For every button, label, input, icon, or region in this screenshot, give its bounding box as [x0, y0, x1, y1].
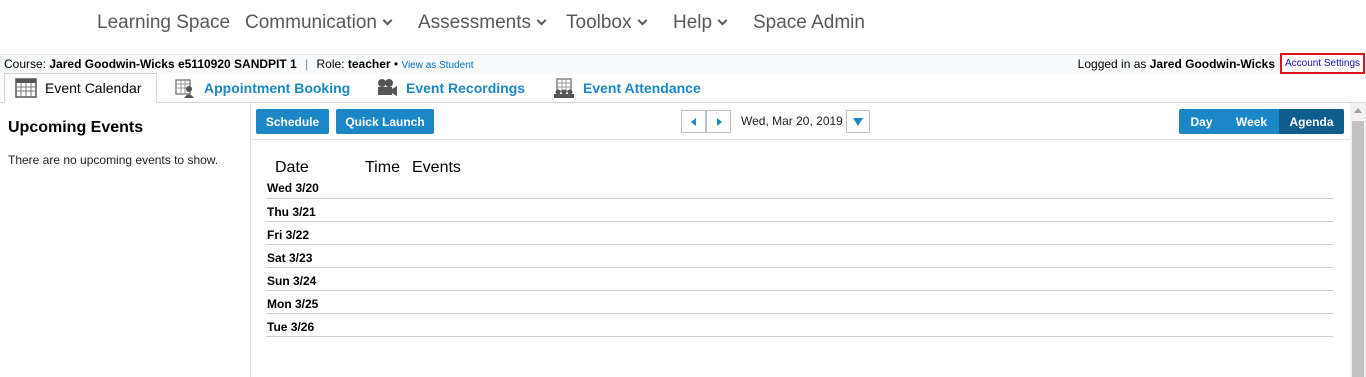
chevron-down-icon: [382, 15, 393, 26]
appointment-icon: [174, 78, 196, 98]
schedule-button[interactable]: Schedule: [256, 109, 329, 134]
current-date: Wed, Mar 20, 2019: [741, 114, 843, 128]
arrow-left-icon: [690, 117, 696, 126]
upcoming-events-panel: Upcoming Events There are no upcoming ev…: [0, 103, 251, 377]
view-agenda-button[interactable]: Agenda: [1279, 109, 1344, 134]
nav-assessments[interactable]: Assessments: [418, 12, 547, 34]
row-date: Tue 3/26: [267, 320, 315, 334]
quick-launch-button[interactable]: Quick Launch: [336, 109, 434, 134]
table-row: Mon 3/25: [266, 291, 1333, 314]
nav-label: Communication: [245, 12, 377, 33]
tab-appointment-booking[interactable]: Appointment Booking: [174, 73, 350, 103]
tool-tabs: Event Calendar Appointment Booking Event…: [0, 73, 1366, 103]
view-day-button[interactable]: Day: [1179, 109, 1224, 134]
row-date: Fri 3/22: [267, 228, 310, 242]
calendar-icon: [15, 78, 37, 98]
account-settings-link[interactable]: Account Settings: [1280, 53, 1365, 74]
tab-label: Appointment Booking: [204, 80, 351, 96]
logged-in-info: Logged in as Jared Goodwin-Wicks: [1078, 57, 1275, 71]
column-header-events: Events: [412, 159, 461, 176]
nav-label: Toolbox: [566, 12, 632, 33]
role-value: teacher: [347, 57, 391, 71]
view-week-button[interactable]: Week: [1224, 109, 1279, 134]
table-row: Wed 3/20: [266, 176, 1333, 199]
tab-event-recordings[interactable]: Event Recordings: [376, 73, 525, 103]
table-row: Sat 3/23: [266, 245, 1333, 268]
scroll-up-icon[interactable]: [1354, 108, 1362, 113]
bullet: •: [393, 57, 399, 71]
tab-label: Event Recordings: [406, 80, 526, 96]
top-navigation: Learning Space Communication Assessments…: [0, 0, 1366, 47]
nav-learning-space[interactable]: Learning Space: [97, 12, 230, 34]
user-name: Jared Goodwin-Wicks: [1149, 57, 1275, 71]
calendar-toolbar: Schedule Quick Launch Wed, Mar 20, 2019 …: [251, 103, 1350, 140]
chevron-down-icon: [717, 15, 728, 26]
empty-message: There are no upcoming events to show.: [8, 153, 219, 167]
role-prefix: Role:: [316, 57, 345, 71]
tab-event-calendar[interactable]: Event Calendar: [4, 73, 157, 103]
table-row: Fri 3/22: [266, 222, 1333, 245]
nav-help[interactable]: Help: [673, 12, 728, 34]
nav-label: Assessments: [418, 12, 531, 33]
nav-label: Help: [673, 12, 713, 33]
table-row: Thu 3/21: [266, 199, 1333, 222]
scrollbar-thumb[interactable]: [1352, 121, 1364, 377]
nav-communication[interactable]: Communication: [245, 12, 393, 34]
table-row: Sun 3/24: [266, 268, 1333, 291]
column-header-date: Date: [275, 159, 309, 176]
course-prefix: Course:: [4, 57, 47, 71]
panel-title: Upcoming Events: [8, 119, 144, 136]
vertical-scrollbar[interactable]: [1350, 103, 1366, 377]
tab-label: Event Attendance: [583, 80, 701, 96]
date-picker-button[interactable]: [846, 110, 870, 133]
row-date: Sun 3/24: [267, 274, 317, 288]
nav-toolbox[interactable]: Toolbox: [566, 12, 647, 34]
next-button[interactable]: [706, 110, 731, 133]
logged-in-prefix: Logged in as: [1077, 57, 1147, 71]
tab-label: Event Calendar: [45, 80, 142, 96]
chevron-down-icon: [853, 117, 863, 126]
nav-space-admin[interactable]: Space Admin: [753, 12, 865, 34]
chevron-down-icon: [637, 15, 647, 26]
chevron-down-icon: [536, 15, 547, 26]
nav-label: Space Admin: [753, 12, 865, 33]
course-bar: Course: Jared Goodwin-Wicks e5110920 SAN…: [0, 53, 1366, 74]
tab-event-attendance[interactable]: Event Attendance: [553, 73, 701, 103]
row-date: Thu 3/21: [267, 205, 316, 219]
nav-label: Learning Space: [97, 12, 231, 33]
row-date: Sat 3/23: [267, 251, 313, 265]
camera-icon: [376, 78, 398, 98]
table-row: Tue 3/26: [266, 314, 1333, 337]
course-info: Course: Jared Goodwin-Wicks e5110920 SAN…: [4, 57, 474, 71]
arrow-right-icon: [716, 117, 722, 126]
view-as-student-link[interactable]: View as Student: [401, 60, 473, 71]
attendance-icon: [553, 78, 575, 98]
row-date: Mon 3/25: [267, 297, 319, 311]
course-name: Jared Goodwin-Wicks e5110920 SANDPIT 1: [49, 57, 297, 71]
column-header-time: Time: [365, 159, 400, 176]
previous-button[interactable]: [681, 110, 706, 133]
row-date: Wed 3/20: [267, 181, 319, 195]
divider: |: [305, 57, 309, 71]
